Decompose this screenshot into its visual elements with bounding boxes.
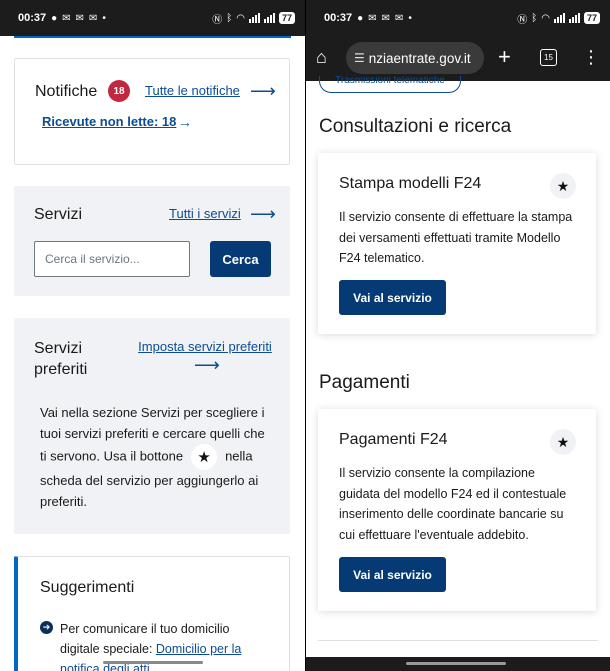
service-card-title: Pagamenti F24: [339, 431, 448, 448]
service-card-description: Il servizio consente di effettuare la st…: [339, 210, 573, 265]
bluetooth-icon: ᛒ: [531, 12, 538, 24]
bluetooth-icon: ᛒ: [226, 12, 233, 24]
right-phone-screen: 00:37 ● ✉ ✉ ✉ • Ⓝ ᛒ ◠ 77 ⌂ ☰ nziaentrate…: [306, 0, 610, 671]
service-search-input[interactable]: [34, 241, 190, 277]
new-tab-icon[interactable]: +: [498, 45, 511, 69]
go-to-service-button[interactable]: Vai al servizio: [339, 557, 446, 592]
service-card-description: Il servizio consente la compilazione gui…: [339, 466, 567, 542]
arrow-circle-icon: ➔: [40, 621, 53, 634]
suggerimenti-card: Suggerimenti ➔ Per comunicare il tuo dom…: [14, 556, 290, 671]
trasmissioni-chip[interactable]: Trasmissioni telematiche: [319, 76, 461, 93]
arrow-right-icon[interactable]: ⟶: [194, 356, 220, 374]
browser-toolbar: ⌂ ☰ nziaentrate.gov.it + 15 ⋮: [306, 36, 610, 81]
status-time: 00:37: [18, 12, 47, 24]
arrow-right-icon[interactable]: ⟶: [250, 82, 276, 100]
url-bar[interactable]: ☰ nziaentrate.gov.it: [346, 42, 484, 74]
status-bar: 00:37 ● ✉ ✉ ✉ • Ⓝ ᛒ ◠ 77: [0, 0, 305, 36]
mail-icon: ✉: [75, 12, 84, 24]
pagamenti-section-title: Pagamenti: [319, 372, 410, 393]
signal-icon: [263, 13, 275, 23]
nfc-icon: Ⓝ: [212, 14, 223, 26]
arrow-right-icon[interactable]: →: [178, 114, 192, 130]
status-time: 00:37: [324, 12, 353, 24]
notification-count-badge: 18: [108, 80, 130, 102]
header-underline: [14, 36, 291, 38]
notifiche-card: Notifiche 18 Tutte le notifiche ⟶ Ricevu…: [14, 58, 290, 165]
set-favorite-services-link[interactable]: Imposta servizi preferiti: [130, 339, 280, 355]
star-icon[interactable]: ★: [550, 429, 576, 455]
all-services-link[interactable]: Tutti i servizi: [169, 206, 241, 221]
star-icon: ★: [191, 444, 218, 470]
url-text: nziaentrate.gov.it: [368, 50, 471, 66]
mail-icon: ✉: [62, 12, 71, 24]
service-card-title: Stampa modelli F24: [339, 175, 482, 192]
signal-icon: [553, 13, 565, 23]
home-icon[interactable]: ⌂: [316, 47, 327, 68]
wifi-icon: ◠: [541, 12, 550, 24]
preferiti-description: Vai nella sezione Servizi per scegliere …: [40, 402, 270, 512]
status-bar: 00:37 ● ✉ ✉ ✉ • Ⓝ ᛒ ◠ 77: [306, 0, 610, 36]
mail-icon: ✉: [381, 12, 390, 24]
mail-icon: ✉: [394, 12, 404, 24]
pagamenti-f24-card: Pagamenti F24 ★ Il servizio consente la …: [318, 409, 596, 611]
notifiche-title: Notifiche: [35, 83, 98, 100]
star-icon[interactable]: ★: [550, 173, 576, 199]
consultazioni-section-title: Consultazioni e ricerca: [319, 116, 512, 137]
arrow-right-icon[interactable]: ⟶: [250, 205, 276, 223]
mail-icon: ✉: [88, 12, 98, 24]
all-notifications-link[interactable]: Tutte le notifiche: [145, 83, 240, 98]
dot-icon: •: [408, 12, 412, 24]
servizi-card: Servizi Tutti i servizi ⟶ Cerca: [14, 186, 290, 296]
mail-icon: ✉: [368, 12, 377, 24]
battery-icon: 77: [583, 12, 600, 24]
dot-icon: •: [102, 12, 106, 24]
chat-icon: ●: [357, 12, 364, 24]
servizi-title: Servizi: [34, 206, 83, 223]
unread-notifications-link[interactable]: Ricevute non lette: 18: [42, 114, 176, 129]
gesture-handle: [103, 661, 203, 664]
signal-icon: [248, 13, 260, 23]
tab-switcher-icon[interactable]: 15: [540, 49, 557, 66]
gesture-handle: [406, 662, 506, 665]
chat-icon: ●: [51, 12, 58, 24]
stampa-f24-card: Stampa modelli F24 ★ Il servizio consent…: [318, 153, 596, 334]
search-button[interactable]: Cerca: [210, 241, 271, 277]
battery-icon: 77: [278, 12, 295, 24]
go-to-service-button[interactable]: Vai al servizio: [339, 280, 446, 315]
more-menu-icon[interactable]: ⋮: [582, 45, 600, 69]
signal-icon: [568, 13, 580, 23]
suggerimenti-title: Suggerimenti: [40, 579, 135, 596]
wifi-icon: ◠: [236, 12, 245, 24]
site-settings-icon[interactable]: ☰: [354, 51, 365, 65]
nfc-icon: Ⓝ: [517, 14, 528, 26]
left-phone-screen: 00:37 ● ✉ ✉ ✉ • Ⓝ ᛒ ◠ 77 Notifiche 18 Tu…: [0, 0, 305, 671]
preferiti-title: Servizi preferiti: [34, 340, 88, 378]
section-divider: [318, 640, 598, 641]
servizi-preferiti-card: Servizi preferiti Imposta servizi prefer…: [14, 318, 290, 534]
